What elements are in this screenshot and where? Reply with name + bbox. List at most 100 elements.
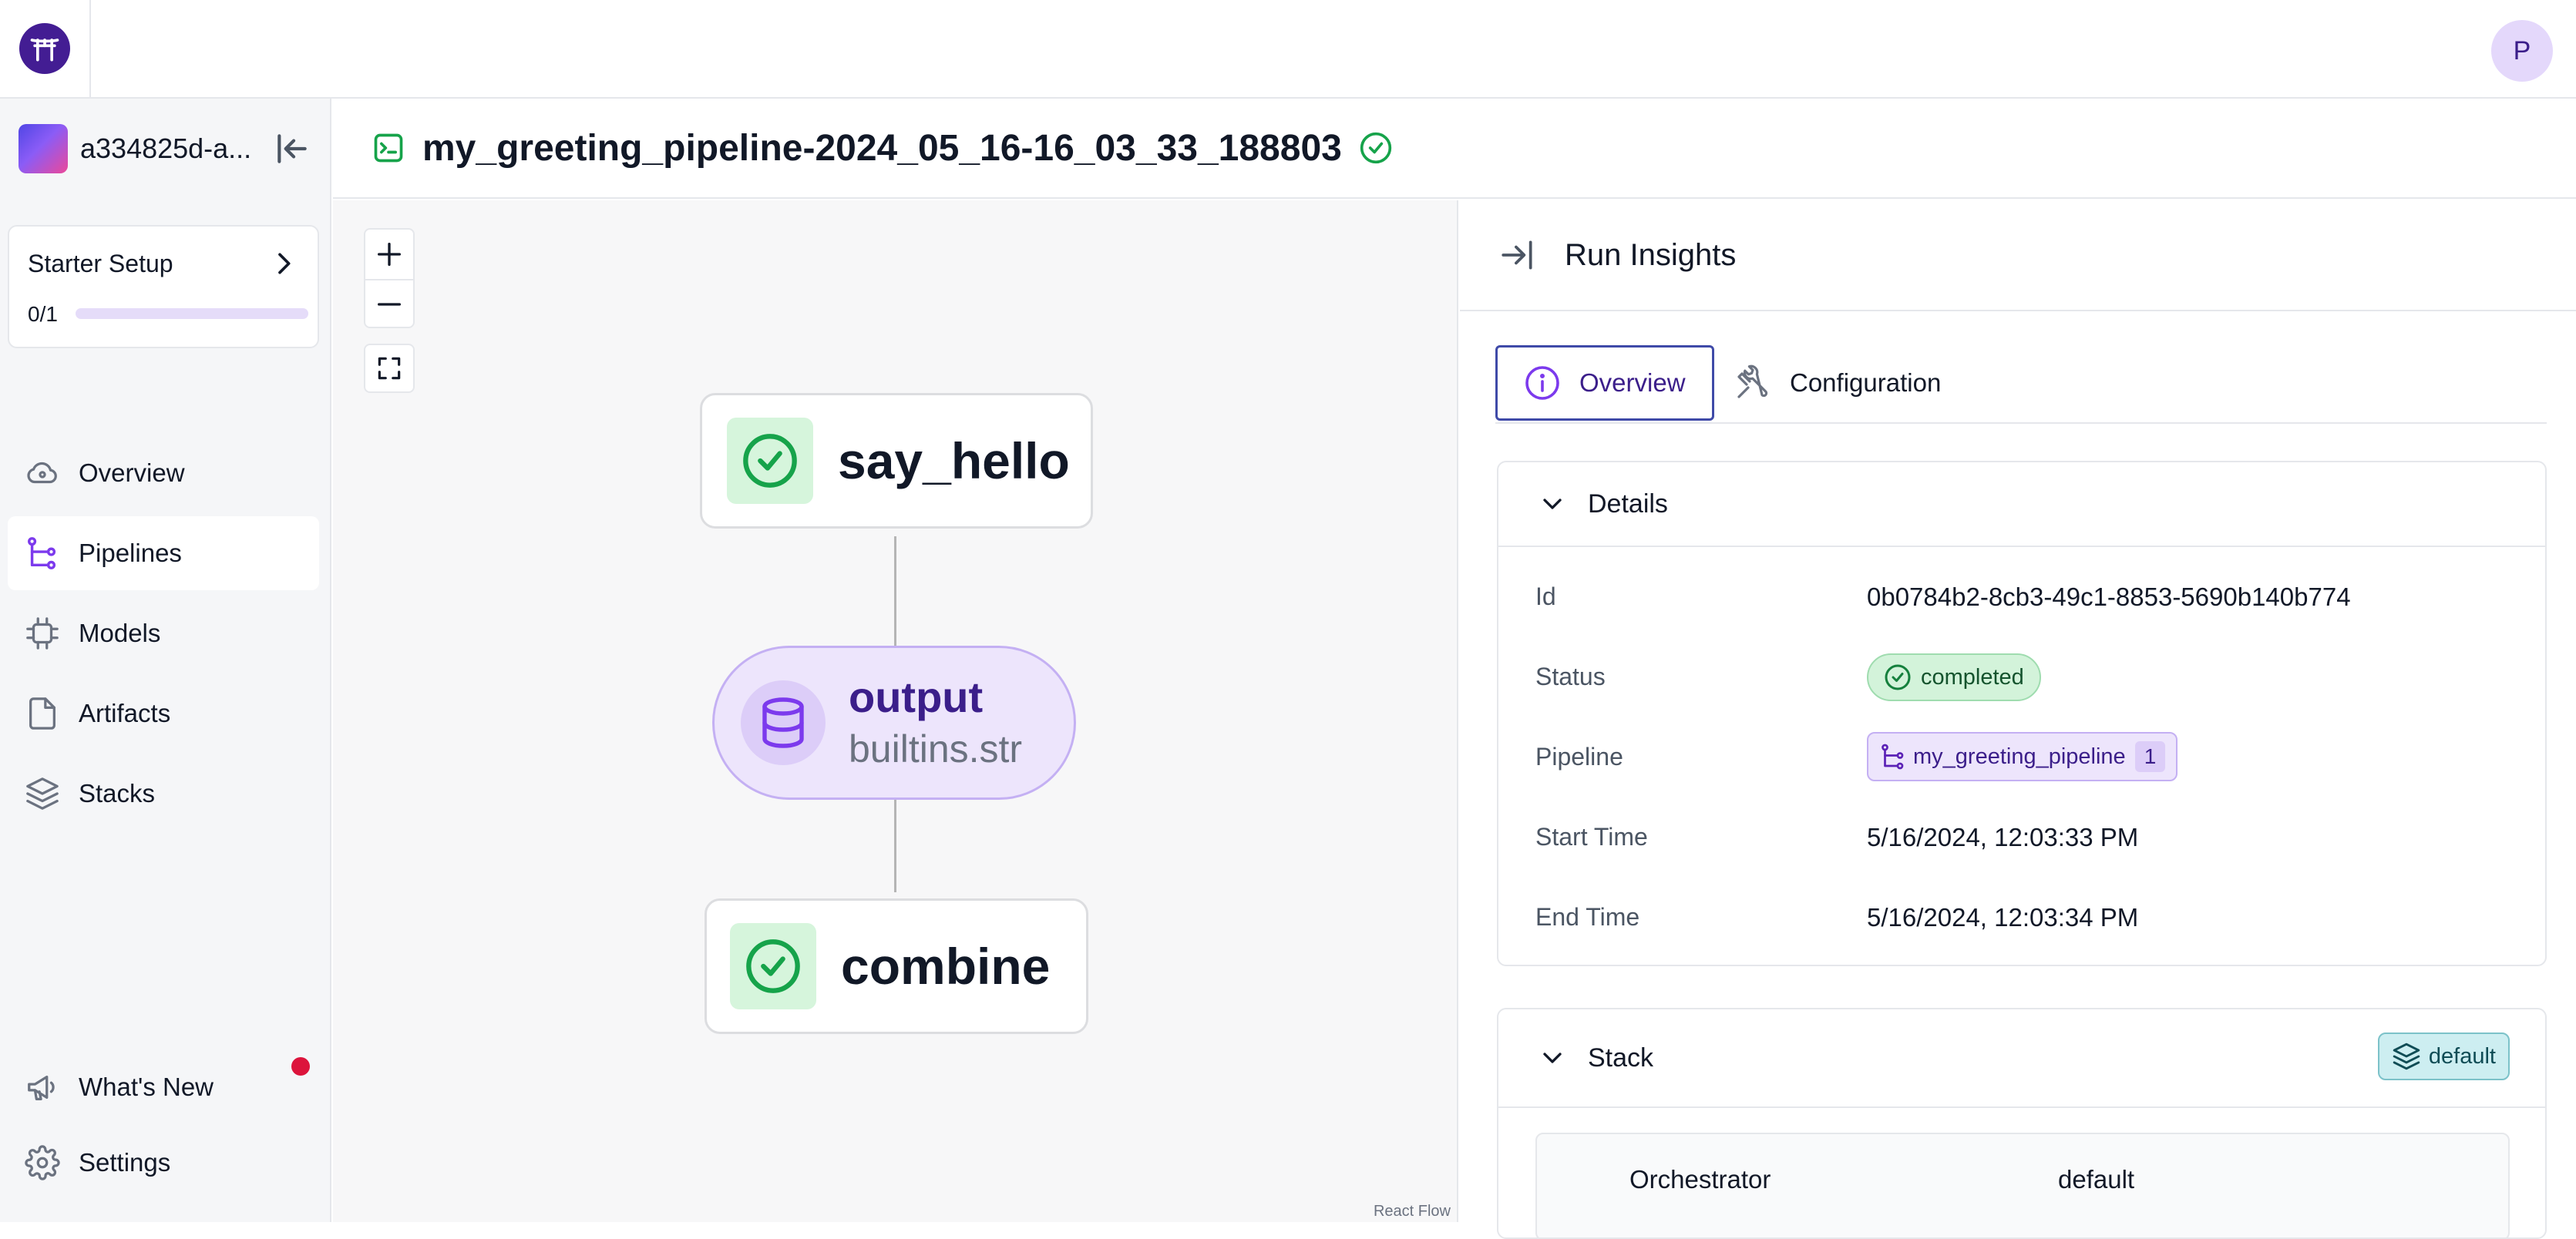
pipeline-name: my_greeting_pipeline bbox=[1913, 744, 2126, 769]
stack-badge[interactable]: default bbox=[2377, 1032, 2510, 1080]
step-label: combine bbox=[841, 938, 1051, 995]
status-badge: completed bbox=[1867, 653, 2041, 701]
sidebar-item-pipelines[interactable]: Pipelines bbox=[8, 516, 319, 590]
react-flow-attribution[interactable]: React Flow bbox=[1374, 1203, 1451, 1221]
start-time-value: 5/16/2024, 12:03:33 PM bbox=[1867, 823, 2139, 851]
minus-icon bbox=[378, 303, 401, 306]
details-card: Details Id 0b0784b2-8cb3-49c1-8853-5690b… bbox=[1497, 461, 2547, 966]
step-label: say_hello bbox=[838, 432, 1070, 489]
detail-key: End Time bbox=[1535, 903, 1640, 931]
tab-overview[interactable]: Overview bbox=[1495, 345, 1714, 421]
details-title: Details bbox=[1588, 489, 1668, 519]
check-circle-icon bbox=[746, 939, 800, 993]
pipeline-version-badge: 1 bbox=[2134, 741, 2166, 772]
detail-row-pipeline: Pipeline my_greeting_pipeline 1 bbox=[1498, 715, 2545, 795]
detail-key: Pipeline bbox=[1535, 743, 1623, 771]
stack-title: Stack bbox=[1588, 1043, 1654, 1073]
notification-dot bbox=[291, 1057, 310, 1076]
sidebar-item-models[interactable]: Models bbox=[8, 596, 319, 670]
logo-cell bbox=[0, 0, 91, 97]
file-icon bbox=[29, 697, 55, 730]
tab-label: Overview bbox=[1579, 368, 1686, 397]
run-insights-title: Run Insights bbox=[1565, 237, 1737, 272]
zoom-in-button[interactable] bbox=[365, 230, 413, 279]
step-status-badge bbox=[727, 418, 813, 504]
sidebar-item-label: Pipelines bbox=[79, 539, 182, 567]
sidebar-bottom-nav: What's New Settings bbox=[8, 1053, 319, 1204]
tab-label: Configuration bbox=[1790, 368, 1942, 397]
tools-icon bbox=[1737, 364, 1768, 398]
dag-canvas[interactable]: say_hello output builtins.str combine Re… bbox=[333, 200, 1458, 1222]
status-text: completed bbox=[1921, 664, 2024, 690]
collapse-sidebar-icon[interactable] bbox=[273, 129, 311, 168]
end-time-value: 5/16/2024, 12:03:34 PM bbox=[1867, 903, 2139, 932]
artifact-node-output[interactable]: output builtins.str bbox=[712, 646, 1076, 800]
workspace-avatar bbox=[18, 124, 68, 173]
detail-row-id: Id 0b0784b2-8cb3-49c1-8853-5690b140b774 bbox=[1498, 555, 2545, 635]
sidebar: a334825d-a... Starter Setup 0/1 Overview… bbox=[0, 99, 331, 1222]
starter-setup-card[interactable]: Starter Setup 0/1 bbox=[8, 225, 319, 348]
sidebar-item-stacks[interactable]: Stacks bbox=[8, 757, 319, 831]
pipeline-link[interactable]: my_greeting_pipeline 1 bbox=[1867, 732, 2178, 781]
terminal-icon bbox=[374, 133, 403, 163]
insights-tabs: Overview Configuration bbox=[1495, 345, 2547, 424]
sidebar-item-label: What's New bbox=[79, 1073, 214, 1101]
run-insights-panel: Run Insights Overview Configuration Deta… bbox=[1460, 200, 2576, 1239]
collapse-panel-icon[interactable] bbox=[1498, 236, 1537, 274]
page-header: my_greeting_pipeline-2024_05_16-16_03_33… bbox=[333, 99, 2576, 199]
dag-edge bbox=[894, 536, 896, 646]
step-node-combine[interactable]: combine bbox=[705, 898, 1088, 1034]
chevron-down-icon bbox=[1543, 1053, 1562, 1063]
check-circle-icon bbox=[1360, 132, 1391, 164]
sidebar-item-artifacts[interactable]: Artifacts bbox=[8, 677, 319, 750]
dag-edge bbox=[894, 800, 896, 892]
pipeline-icon bbox=[1882, 744, 1904, 770]
starter-setup-count: 0/1 bbox=[28, 302, 58, 326]
artifact-text: output builtins.str bbox=[849, 671, 1022, 774]
detail-row-start-time: Start Time 5/16/2024, 12:03:33 PM bbox=[1498, 795, 2545, 875]
tab-configuration[interactable]: Configuration bbox=[1727, 345, 1973, 421]
sidebar-item-label: Stacks bbox=[79, 779, 156, 808]
sidebar-item-whats-new[interactable]: What's New bbox=[8, 1053, 319, 1122]
stack-badge-label: default bbox=[2428, 1043, 2496, 1069]
cloud-icon bbox=[27, 462, 57, 484]
fullscreen-icon bbox=[378, 357, 401, 380]
run-insights-header: Run Insights bbox=[1460, 200, 2576, 311]
fit-view-button[interactable] bbox=[364, 344, 415, 393]
chevron-down-icon bbox=[1543, 499, 1562, 509]
zenml-logo[interactable] bbox=[19, 23, 70, 74]
sidebar-nav: Overview Pipelines Models Artifacts Stac… bbox=[8, 436, 319, 837]
page-title: my_greeting_pipeline-2024_05_16-16_03_33… bbox=[422, 127, 1342, 169]
component-name: default bbox=[2058, 1165, 2135, 1194]
workspace-switcher[interactable]: a334825d-a... bbox=[18, 123, 311, 174]
stack-card-header[interactable]: Stack default bbox=[1498, 1009, 2545, 1108]
database-icon bbox=[762, 697, 804, 748]
user-avatar[interactable]: P bbox=[2491, 20, 2553, 82]
sidebar-item-label: Overview bbox=[79, 458, 185, 487]
details-rows: Id 0b0784b2-8cb3-49c1-8853-5690b140b774 … bbox=[1498, 547, 2545, 955]
artifact-type: builtins.str bbox=[849, 727, 1023, 771]
artifact-icon-wrap bbox=[741, 680, 826, 765]
megaphone-icon bbox=[28, 1075, 55, 1100]
top-bar: P bbox=[0, 0, 2576, 99]
starter-setup-title: Starter Setup bbox=[28, 250, 173, 277]
sidebar-item-settings[interactable]: Settings bbox=[8, 1128, 319, 1197]
zoom-out-button[interactable] bbox=[365, 279, 413, 328]
orchestrator-row: Orchestrator default bbox=[1535, 1133, 2510, 1237]
sidebar-item-label: Models bbox=[79, 619, 161, 647]
sidebar-item-overview[interactable]: Overview bbox=[8, 436, 319, 510]
layers-icon bbox=[26, 777, 59, 810]
run-id-value[interactable]: 0b0784b2-8cb3-49c1-8853-5690b140b774 bbox=[1867, 583, 2351, 612]
step-node-say-hello[interactable]: say_hello bbox=[700, 393, 1093, 529]
detail-key: Start Time bbox=[1535, 823, 1648, 851]
check-circle-icon bbox=[743, 434, 797, 488]
details-card-header[interactable]: Details bbox=[1498, 462, 2545, 547]
cpu-icon bbox=[26, 617, 59, 650]
component-type: Orchestrator bbox=[1629, 1165, 1771, 1194]
detail-row-status: Status completed bbox=[1498, 635, 2545, 715]
layers-icon bbox=[2393, 1043, 2420, 1070]
sidebar-item-label: Artifacts bbox=[79, 699, 171, 727]
check-circle-icon bbox=[1885, 664, 1911, 690]
chevron-right-icon bbox=[278, 253, 291, 274]
workspace-name: a334825d-a... bbox=[80, 133, 252, 164]
